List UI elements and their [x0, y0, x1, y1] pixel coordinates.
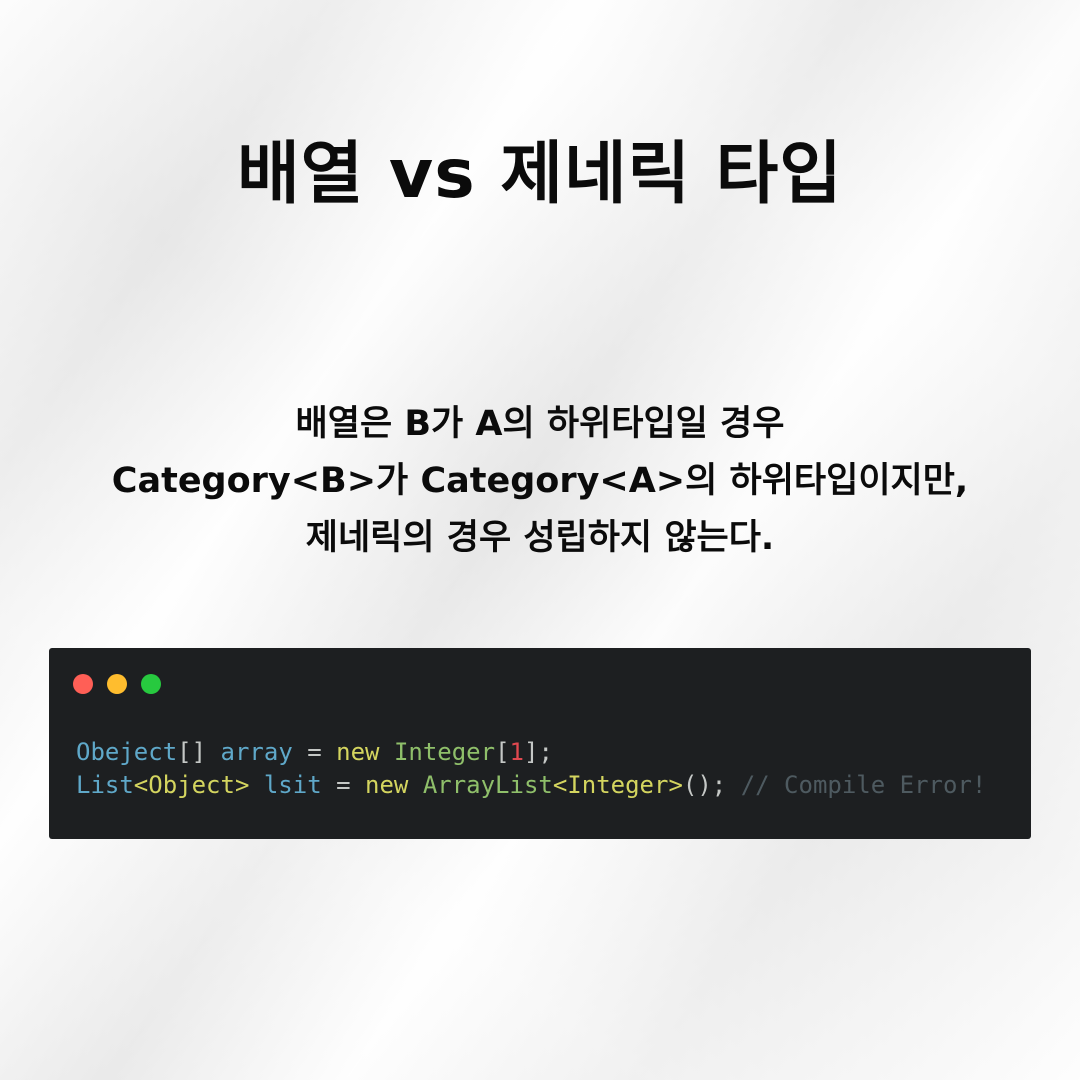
- code-token-var: array: [220, 738, 293, 766]
- code-window: Obeject[] array = new Integer[1]; List<Ob…: [49, 648, 1031, 839]
- code-line-1: Obeject[] array = new Integer[1];: [76, 736, 986, 769]
- code-token-keyword: new: [365, 771, 409, 799]
- code-token-number: 1: [509, 738, 524, 766]
- minimize-dot-icon: [107, 674, 127, 694]
- code-token-parens: ();: [682, 771, 741, 799]
- code-line-2: List<Object> lsit = new ArrayList<Intege…: [76, 769, 986, 802]
- code-token-eq: =: [292, 738, 337, 766]
- code-token-keyword: new: [336, 738, 380, 766]
- code-token-generic: <Integer>: [552, 771, 683, 799]
- code-token-open: [: [495, 738, 510, 766]
- description-line-2: Category<B>가 Category<A>의 하위타입이지만,: [111, 461, 969, 501]
- page-title: 배열 vs 제네릭 타입: [237, 135, 843, 214]
- code-token-close: ];: [524, 738, 553, 766]
- close-dot-icon: [73, 674, 93, 694]
- code-token-eq: =: [321, 771, 365, 799]
- maximize-dot-icon: [141, 674, 161, 694]
- code-token-brackets: []: [177, 738, 221, 766]
- code-token-type: List: [76, 771, 134, 799]
- description-line-3: 제네릭의 경우 성립하지 않는다.: [305, 518, 775, 558]
- code-token-class: Integer: [393, 738, 496, 766]
- code-token-class: ArrayList: [422, 771, 553, 799]
- code-token-comment: // Compile Error!: [740, 771, 987, 799]
- code-token-var: lsit: [263, 771, 322, 799]
- description-line-1: 배열은 B가 A의 하위타입일 경우: [295, 404, 785, 444]
- slide-page: 배열 vs 제네릭 타입 배열은 B가 A의 하위타입일 경우 Category…: [0, 0, 1080, 1080]
- code-block: Obeject[] array = new Integer[1]; List<Ob…: [76, 736, 986, 802]
- code-token-generic: <Object>: [133, 771, 250, 799]
- code-token-type: Obeject: [76, 738, 178, 766]
- description-text: 배열은 B가 A의 하위타입일 경우 Category<B>가 Category…: [20, 396, 1060, 567]
